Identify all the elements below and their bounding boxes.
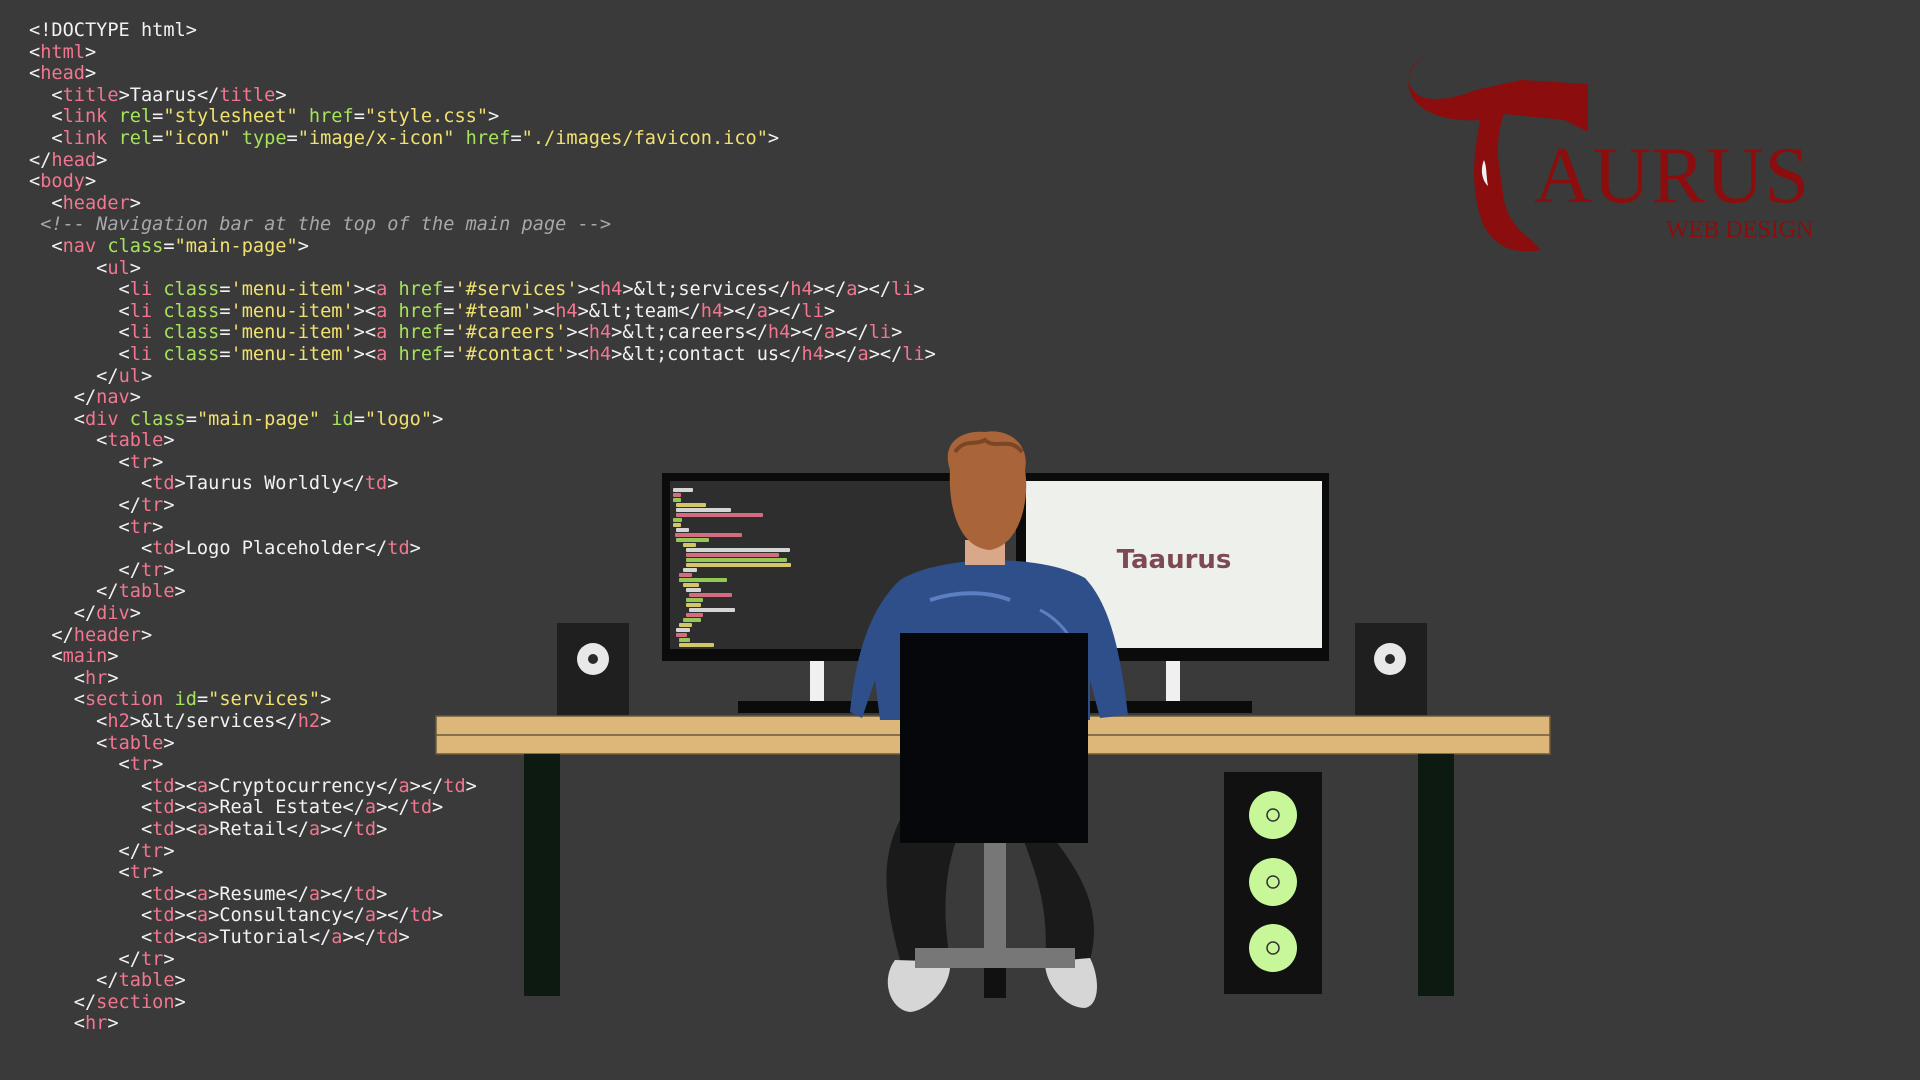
mini-code-line: [673, 517, 683, 522]
mini-code-line: [685, 547, 790, 552]
desk-scene: [435, 431, 1551, 1012]
mini-code-line: [676, 632, 687, 637]
mini-code-line: [685, 557, 788, 562]
speaker-icon: [1355, 623, 1427, 716]
mini-code-line: [685, 612, 703, 617]
mini-code-line: [685, 587, 702, 592]
mini-code-line: [679, 642, 715, 647]
mini-code-line: [679, 577, 728, 582]
left-monitor-code: [673, 488, 958, 648]
mini-code-line: [682, 582, 700, 587]
mini-code-line: [673, 488, 693, 493]
mini-code-line: [679, 637, 690, 642]
mini-code-line: [682, 617, 701, 622]
mini-code-line: [676, 627, 691, 632]
mini-code-line: [676, 502, 707, 508]
mini-code-line: [679, 572, 693, 577]
speaker-icon: [557, 623, 629, 716]
mini-code-line: [682, 647, 718, 648]
mini-code-line: [673, 522, 681, 527]
mini-code-line: [685, 552, 780, 557]
mini-code-line: [673, 492, 681, 498]
mini-code-line: [676, 537, 709, 542]
mini-code-line: [676, 507, 731, 513]
tower-speaker-icon: [1224, 772, 1322, 994]
mini-code-line: [676, 527, 690, 532]
mini-code-line: [674, 532, 743, 537]
mini-code-line: [685, 602, 702, 607]
mini-code-line: [673, 497, 681, 503]
right-monitor-title: Taaurus: [1116, 545, 1232, 575]
mini-code-line: [682, 567, 697, 572]
mini-code-line: [689, 592, 732, 597]
mini-code-line: [679, 622, 693, 627]
mini-code-line: [676, 512, 764, 518]
mini-code-line: [682, 542, 696, 547]
mini-code-line: [685, 597, 703, 602]
mini-code-line: [689, 607, 735, 612]
mini-code-line: [685, 562, 792, 567]
